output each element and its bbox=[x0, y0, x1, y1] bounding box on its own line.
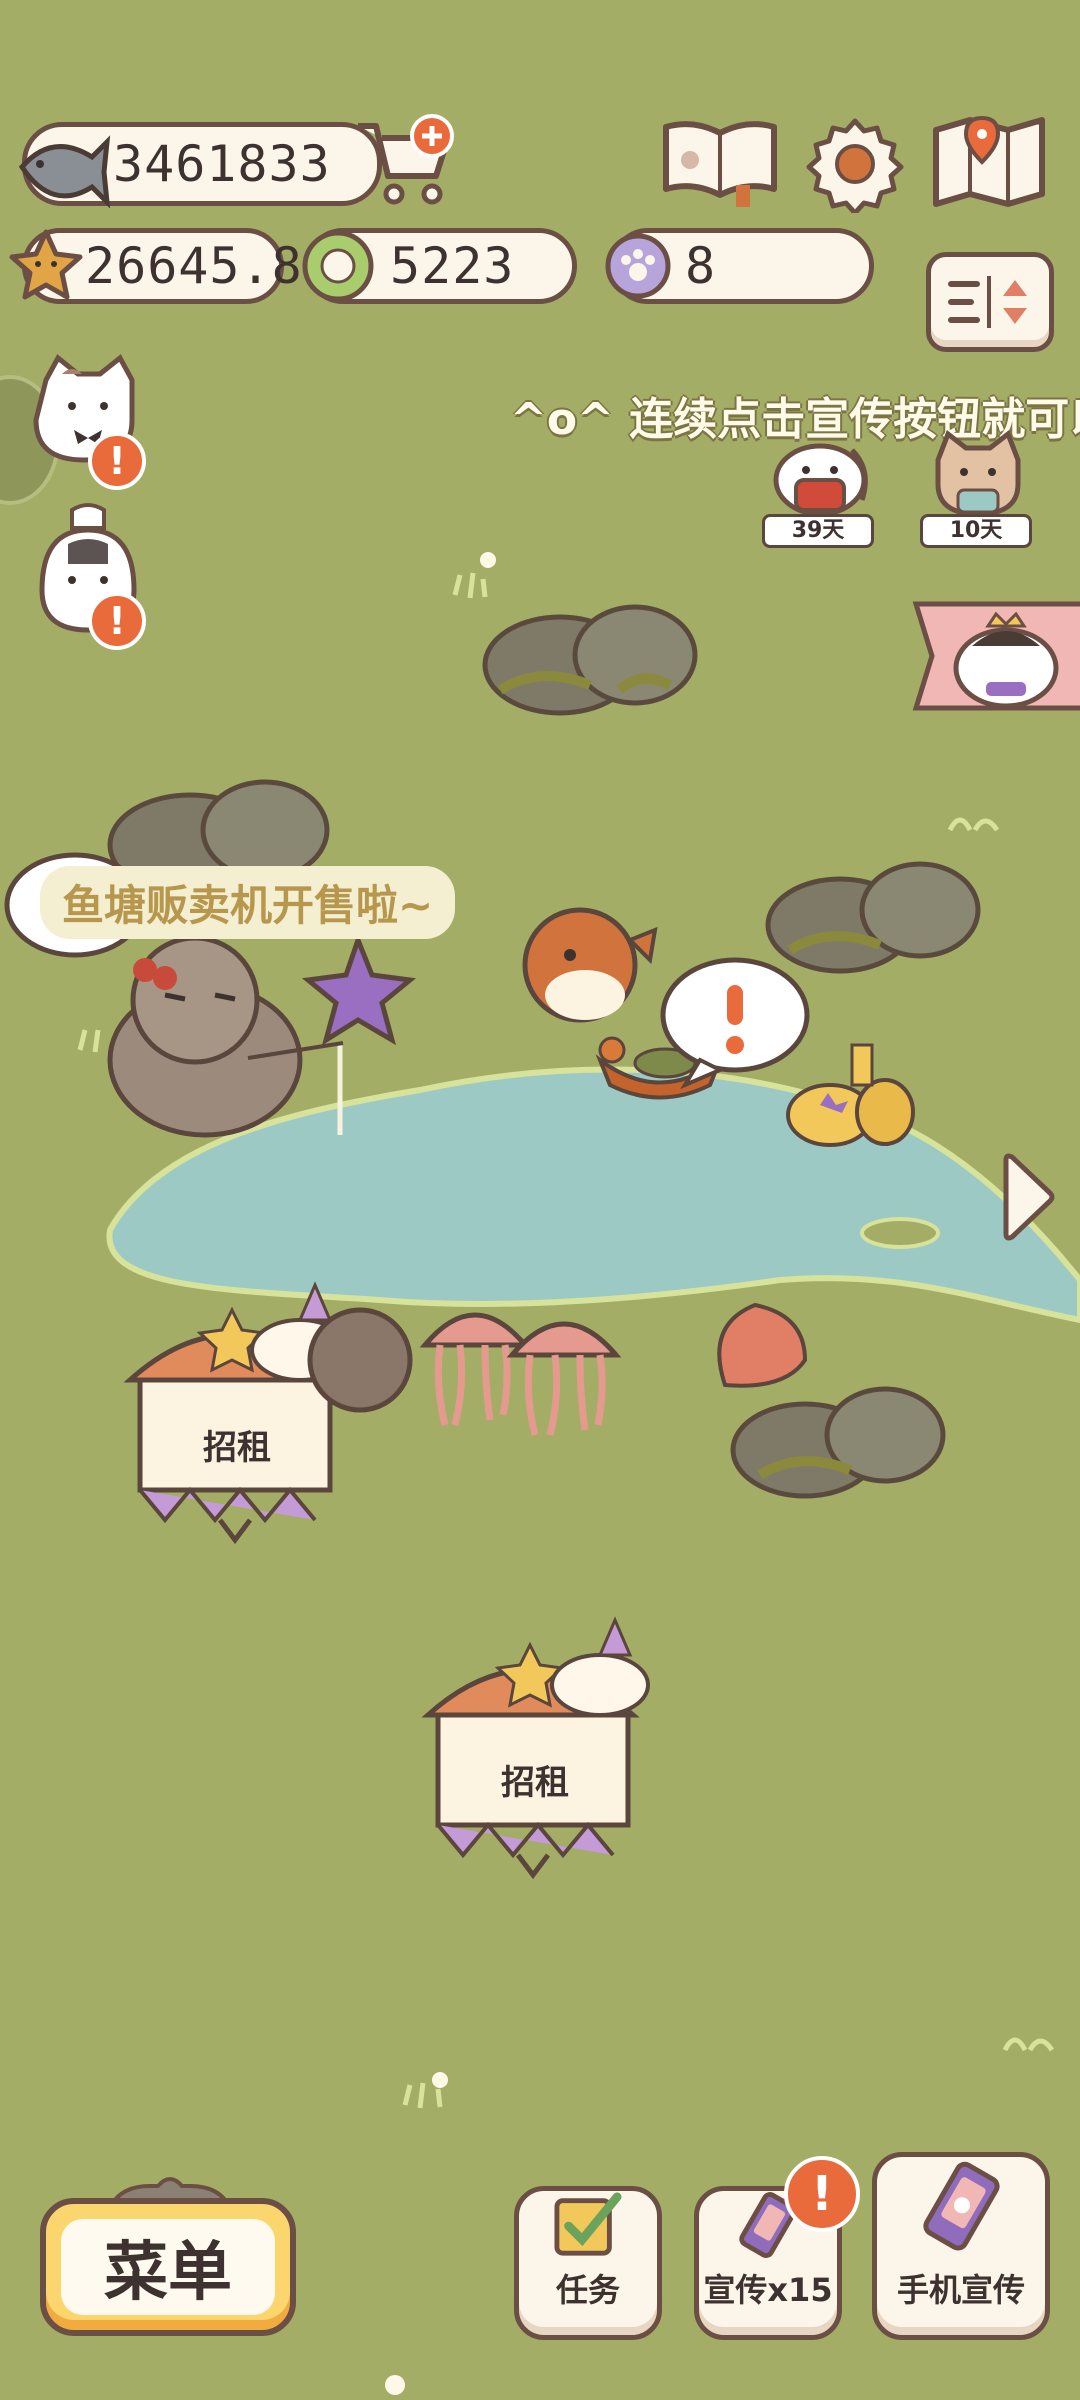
shop-cart-icon bbox=[358, 114, 454, 205]
task-button[interactable]: 任务 bbox=[514, 2186, 662, 2340]
star-icon bbox=[9, 229, 83, 300]
rock-3 bbox=[765, 861, 981, 974]
starfish bbox=[301, 932, 417, 1046]
scene-background bbox=[4, 552, 1080, 2395]
promo-label: 宣传x15 bbox=[703, 2271, 833, 2309]
vending-machine-speech: 鱼塘贩卖机开售啦~ bbox=[40, 866, 456, 939]
king-cat-banner-icon bbox=[912, 601, 1080, 711]
customer-1-alert-badge: ! bbox=[88, 432, 146, 490]
visitor-2-days-tag: 10天 bbox=[920, 514, 1032, 548]
paw-token-icon bbox=[605, 233, 671, 299]
map-button[interactable] bbox=[930, 112, 1048, 212]
paw-book-icon bbox=[663, 121, 777, 207]
task-label: 任务 bbox=[555, 2271, 620, 2309]
menu-label: 菜单 bbox=[61, 2219, 275, 2315]
star-currency-value: 26645.8 bbox=[85, 237, 303, 295]
green-token-icon bbox=[302, 230, 374, 302]
phone-promo-button[interactable]: 手机宣传 bbox=[872, 2152, 1050, 2340]
rock-4 bbox=[730, 1386, 946, 1499]
phone-icon bbox=[923, 2161, 1000, 2251]
event-banner-button[interactable] bbox=[906, 596, 1080, 716]
stall-1-rent-sign: 招租 bbox=[203, 1428, 271, 1468]
sort-toggle-icon bbox=[948, 276, 1027, 328]
fish-currency-value: 3461833 bbox=[113, 135, 331, 193]
promo-alert-badge: ! bbox=[784, 2156, 860, 2232]
rock-1 bbox=[482, 604, 698, 716]
settings-gear-icon bbox=[806, 118, 904, 213]
fish-icon bbox=[18, 135, 111, 208]
customer-2-alert-badge: ! bbox=[88, 592, 146, 650]
shop-cart-button[interactable] bbox=[350, 112, 460, 212]
paw-currency-value: 8 bbox=[685, 237, 717, 295]
jellyfish-2 bbox=[506, 1321, 622, 1436]
leaf-currency-value: 5223 bbox=[390, 237, 515, 295]
settings-button[interactable] bbox=[806, 115, 904, 213]
shell bbox=[717, 1302, 808, 1388]
fishing-cat bbox=[107, 935, 344, 1138]
chevron-right-icon bbox=[1003, 1153, 1055, 1241]
visitor-1-days-tag: 39天 bbox=[762, 514, 874, 548]
map-icon bbox=[933, 115, 1045, 207]
visitor-cat-2[interactable] bbox=[918, 420, 1038, 520]
pufferfish bbox=[522, 907, 658, 1023]
phone-promo-label: 手机宣传 bbox=[896, 2271, 1025, 2309]
checkbox-task-icon bbox=[554, 2192, 622, 2256]
visitor-cat-1[interactable] bbox=[760, 420, 880, 520]
sort-toggle-button[interactable] bbox=[926, 252, 1054, 352]
gold-basket bbox=[786, 1043, 915, 1147]
menu-button[interactable]: 菜单 bbox=[40, 2198, 296, 2336]
jellyfish-1 bbox=[419, 1312, 531, 1426]
stall-2-rent-sign: 招租 bbox=[501, 1763, 569, 1803]
collection-book-button[interactable] bbox=[660, 115, 780, 210]
scroll-right-button[interactable] bbox=[996, 1150, 1060, 1244]
